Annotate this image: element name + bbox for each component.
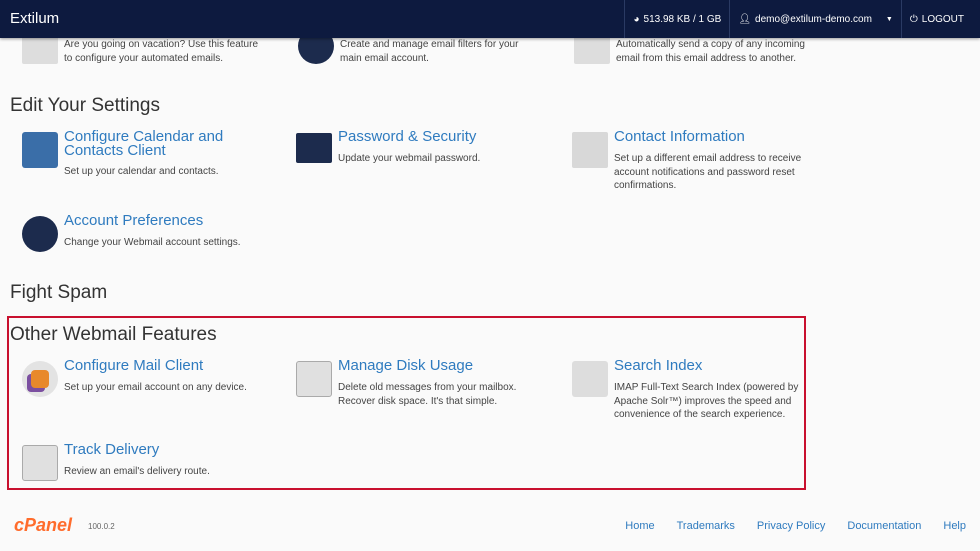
section-edit-settings: Edit Your Settings: [10, 95, 160, 116]
mail-client-icon: [22, 361, 58, 397]
calendar-icon: [22, 132, 58, 168]
brand[interactable]: Extilum: [10, 10, 59, 27]
footer-link-privacy[interactable]: Privacy Policy: [757, 520, 825, 532]
version: 100.0.2: [88, 522, 115, 531]
footer-link-documentation[interactable]: Documentation: [847, 520, 921, 532]
logout-icon: ⏻: [909, 13, 918, 25]
footer-link-home[interactable]: Home: [625, 520, 654, 532]
footer: cPanel 100.0.2 Home Trademarks Privacy P…: [0, 515, 980, 539]
user-settings-icon: [22, 216, 58, 252]
disk-usage[interactable]: ◕ 513.98 KB / 1 GB: [624, 0, 729, 38]
cpanel-logo: cPanel: [14, 515, 73, 535]
disk-usage-envelope-icon: [296, 361, 332, 397]
footer-link-help[interactable]: Help: [943, 520, 966, 532]
pie-chart-icon: ◕: [633, 13, 640, 25]
search-folder-icon: [572, 361, 608, 397]
section-fight-spam: Fight Spam: [10, 282, 108, 303]
password-icon: [296, 133, 332, 163]
user-icon: 👤︎: [738, 13, 752, 25]
section-other-features: Other Webmail Features: [10, 324, 217, 345]
top-bar: Extilum ◕ 513.98 KB / 1 GB 👤︎ demo@extilum…: [0, 0, 980, 38]
track-delivery-envelope-icon: [22, 445, 58, 481]
contact-card-icon: [572, 132, 608, 168]
caret-down-icon: ▼: [885, 15, 893, 23]
logout-button[interactable]: ⏻ LOGOUT: [900, 0, 972, 38]
user-menu[interactable]: 👤︎ demo@extilum-demo.com ▼: [729, 0, 901, 38]
footer-link-trademarks[interactable]: Trademarks: [677, 520, 735, 532]
